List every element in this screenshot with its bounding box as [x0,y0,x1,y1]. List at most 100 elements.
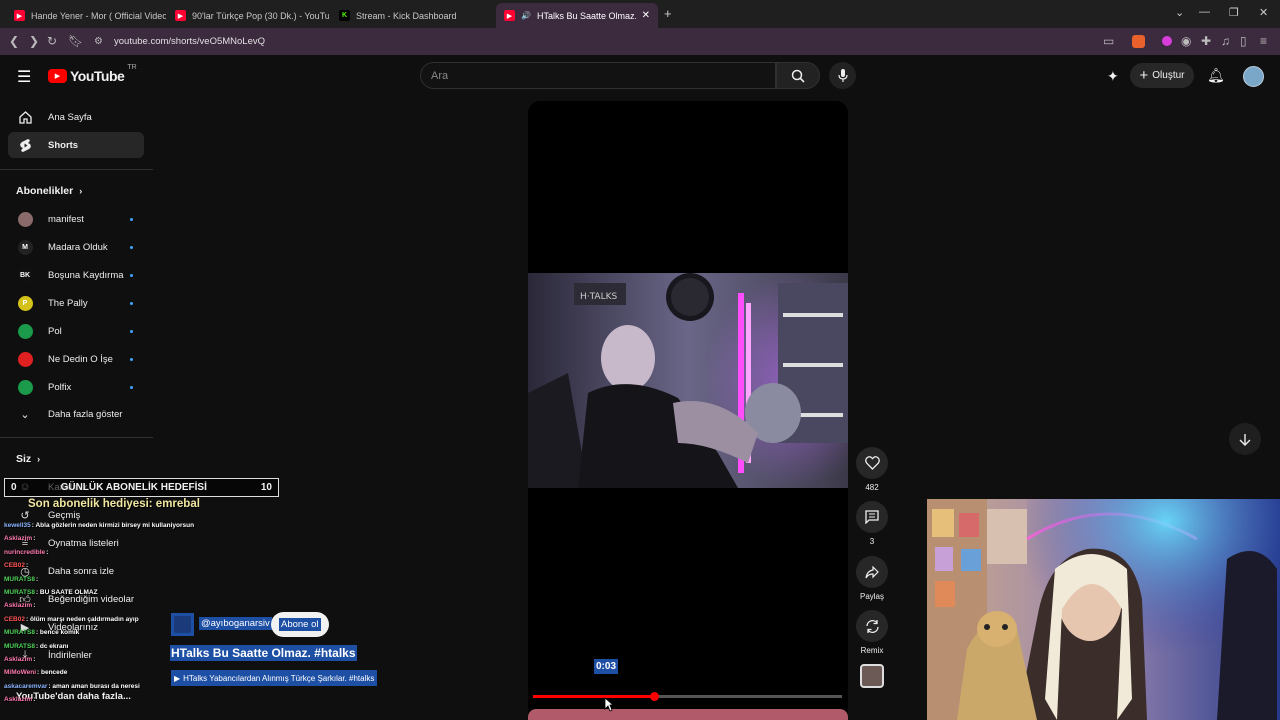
browser-tab[interactable]: K Stream - Kick Dashboard [331,3,493,28]
subscription-goal-widget: 0 GÜNLÜK ABONELİK HEDEFİSİ 10 [4,478,279,497]
shorts-player[interactable]: H·TALKS [528,101,848,720]
search-icon [791,69,805,83]
progress-scrubber[interactable] [649,692,659,701]
new-content-dot [130,385,133,389]
new-tab-icon[interactable]: + [664,6,672,21]
channel-avatar [17,379,33,395]
chat-message: Asklazim: [4,535,35,542]
music-chip[interactable]: ▶ HTalks Yabancılardan Alınmış Türkçe Şa… [171,670,378,686]
sidebar-subscription-item[interactable]: P The Pally [8,290,144,316]
restore-icon[interactable]: ❐ [1229,6,1239,19]
channel-avatar[interactable] [171,613,194,636]
bookmark-icon[interactable]: 🔖︎ [68,34,83,48]
you-title: Siz [16,453,32,465]
brave-shield-icon[interactable] [1132,35,1145,48]
chevron-down-icon[interactable]: ⌄ [1175,6,1184,19]
voice-search-button[interactable] [829,62,856,89]
create-studio-icon[interactable]: ✦ [1107,68,1119,85]
goal-target: 10 [260,482,272,493]
share-action[interactable]: Paylaş [856,556,888,601]
avatar[interactable] [1243,66,1264,87]
like-action[interactable]: 482 [856,447,888,492]
search-box [420,62,776,89]
chat-message: nurincredible: [4,549,48,556]
sidebar-item-label: Daha sonra izle [48,565,115,577]
comments-action[interactable]: 3 [856,501,888,546]
sidebar-item-shorts[interactable]: Shorts [8,132,144,158]
short-title[interactable]: HTalks Bu Saatte Olmaz. #htalks [170,645,357,661]
chat-message: Asklazim: [4,602,35,609]
close-window-icon[interactable]: ✕ [1259,6,1268,19]
browser-tab[interactable]: ▶ Hande Yener - Mor ( Official Video ) [6,3,166,28]
next-short-button[interactable] [1229,423,1261,455]
url-field[interactable]: youtube.com/shorts/veO5MNoLevQ [114,36,265,47]
share-button[interactable] [856,556,888,588]
chat-text: : bence komik [35,629,80,637]
sidepanel-icon[interactable]: ▯ [1240,34,1247,48]
browser-tab-active[interactable]: ▶ 🔊 HTalks Bu Saatte Olmaz. #hta ✕ [496,3,658,28]
play-icon: ▶ [174,673,181,683]
menu-icon[interactable]: ≡ [1260,34,1267,48]
back-icon[interactable]: ❮ [9,34,19,48]
sidebar-item-label: Shorts [48,139,79,151]
create-button[interactable]: + Oluştur [1130,63,1194,88]
youtube-logo[interactable]: ▶ YouTube TR [48,64,137,84]
sidebar-subscription-item[interactable]: manifest [8,206,144,232]
chat-message: MiMoWeni: bencede [4,669,67,676]
hamburger-menu-icon[interactable]: ☰ [17,67,31,87]
close-icon[interactable]: ✕ [642,10,650,21]
remix-icon [865,619,879,633]
sidebar-subscription-item[interactable]: M Madara Olduk [8,234,144,260]
cast-icon[interactable]: ▭ [1103,34,1114,48]
video-still-image: H·TALKS [528,273,848,488]
sidebar: Ana Sayfa Shorts Abonelikler › manifest M… [0,99,153,720]
site-info-icon[interactable]: ⚙ [94,36,103,47]
channel-avatar [17,211,33,227]
tab-title: Hande Yener - Mor ( Official Video ) [31,10,166,21]
search-button[interactable] [776,62,820,89]
sidebar-subscription-item[interactable]: Polfix [8,374,144,400]
minimize-icon[interactable]: — [1199,6,1210,18]
sidebar-subscription-item[interactable]: Pol [8,318,144,344]
video-progress-bar[interactable] [533,692,842,701]
channel-handle[interactable]: @ayıboganarsiv [199,617,272,630]
subscriptions-header[interactable]: Abonelikler › [16,185,82,197]
chat-username: CEB02 [4,562,25,570]
sidebar-item-label: Polfix [48,381,72,393]
sidebar-item-label: Boşuna Kaydırma [48,269,124,281]
shorts-icon [17,137,33,153]
chat-text: : [46,548,49,556]
music-icon[interactable]: ♫ [1221,34,1230,48]
remix-button[interactable] [856,610,888,642]
you-header[interactable]: Siz › [16,453,40,465]
reload-icon[interactable]: ↻ [47,34,57,48]
extension-icon[interactable]: ◉ [1181,34,1191,48]
remix-action[interactable]: Remix [856,610,888,655]
search-input[interactable] [421,63,775,88]
like-button[interactable] [856,447,888,479]
new-content-dot [130,245,133,249]
sidebar-item-label: Ana Sayfa [48,111,92,123]
puzzle-icon[interactable]: ✚ [1201,34,1211,48]
show-more-button[interactable]: ⌄ Daha fazla göster [8,401,144,427]
forward-icon[interactable]: ❯ [29,34,39,48]
sound-thumbnail[interactable] [860,664,884,688]
chat-message: MURATS8: [4,576,38,583]
sidebar-subscription-item[interactable]: BK Boşuna Kaydırma [8,262,144,288]
video-frame[interactable]: H·TALKS [528,273,848,488]
remix-label: Remix [860,646,884,655]
channel-avatar [17,351,33,367]
sidebar-item-home[interactable]: Ana Sayfa [8,104,144,130]
sidebar-item-label: Oynatma listeleri [48,537,119,549]
sidebar-subscription-item[interactable]: Ne Dedin O İşe [8,346,144,372]
sidebar-item-label: Ne Dedin O İşe [48,353,113,365]
youtube-icon: ▶ [14,10,25,21]
browser-tab[interactable]: ▶ 90'lar Türkçe Pop (30 Dk.) - YouTube [167,3,329,28]
new-content-dot [130,217,133,221]
extension-icon[interactable] [1162,36,1172,46]
tab-title: HTalks Bu Saatte Olmaz. #hta [536,10,636,21]
comments-button[interactable] [856,501,888,533]
next-short-preview[interactable] [528,709,848,720]
notifications-bell-icon[interactable]: 🔔︎ [1207,67,1225,84]
subscribe-button[interactable]: Abone ol [271,612,329,637]
